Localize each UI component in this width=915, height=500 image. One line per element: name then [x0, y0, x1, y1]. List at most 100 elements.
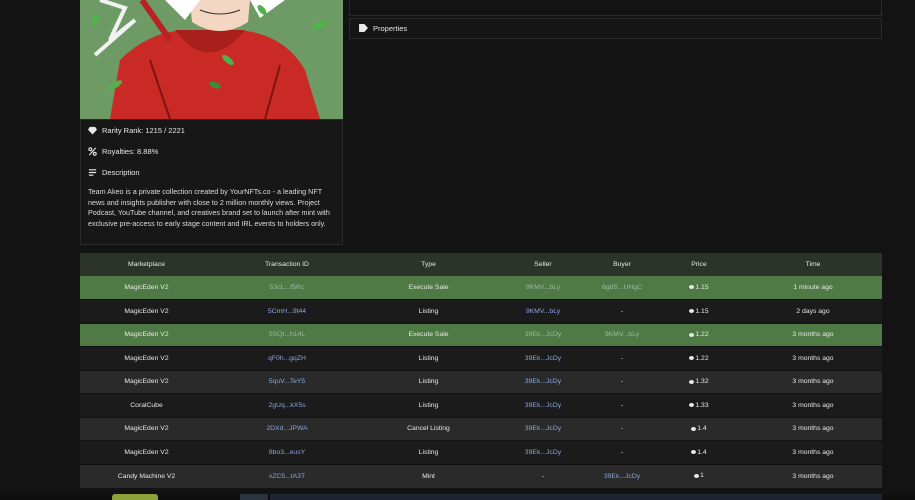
- price-cell: 1.15: [654, 299, 744, 323]
- type-cell: Mint: [422, 472, 435, 480]
- diamond-icon: [88, 126, 97, 135]
- solana-icon: [689, 379, 695, 384]
- transaction-id-link[interactable]: 53cL...f5Rc: [270, 284, 304, 291]
- column-header-transaction-id[interactable]: Transaction ID: [213, 253, 361, 276]
- seller-link[interactable]: 39Ek...JcDy: [525, 378, 561, 385]
- solana-icon: [689, 403, 695, 407]
- table-row[interactable]: Candy Machine V2 vZC5...tA3T Mint - 39Ek...J…: [80, 463, 882, 488]
- price-cell: 1.22: [654, 322, 744, 347]
- price-value: 1.22: [689, 331, 709, 338]
- column-header-type[interactable]: Type: [361, 253, 496, 276]
- buyer-cell: -: [590, 299, 654, 323]
- buyer-cell: -: [590, 369, 654, 394]
- solana-icon: [694, 473, 700, 478]
- time-cell: 3 months ago: [744, 463, 882, 488]
- column-header-seller[interactable]: Seller: [496, 253, 590, 276]
- column-header-price[interactable]: Price: [654, 253, 744, 276]
- nft-details-panel: Rarity Rank: 1215 / 2221 Royalties: 8.88…: [80, 119, 343, 245]
- royalties-text: Royalties: 8.88%: [102, 147, 159, 156]
- transaction-id-link[interactable]: 2gUq...kX5s: [268, 402, 305, 409]
- seller-link[interactable]: 39Ek...JcDy: [525, 355, 561, 362]
- type-cell: Listing: [361, 299, 496, 323]
- type-cell: Execute Sale: [361, 322, 496, 347]
- solana-icon: [689, 332, 695, 337]
- type-cell: Execute Sale: [408, 284, 449, 291]
- seller-cell: 9KMV...bLy: [496, 276, 590, 300]
- type-cell: Cancel Listing: [407, 425, 450, 433]
- table-row[interactable]: MagicEden V2 5SQt...h14L Execute Sale 39Ek.…: [80, 322, 882, 347]
- buyer-link[interactable]: 39Ek...JcDy: [604, 473, 640, 480]
- next-item-thumbnail[interactable]: [112, 494, 158, 500]
- buyer-text: -: [620, 425, 624, 433]
- table-header-row: Marketplace Transaction ID Type Seller B…: [80, 253, 882, 276]
- buyer-text: -: [620, 378, 624, 386]
- seller-text: -: [541, 472, 545, 480]
- buyer-cell: -: [590, 346, 654, 370]
- column-header-buyer[interactable]: Buyer: [590, 253, 654, 276]
- price-text: 1.15: [695, 307, 709, 315]
- buyer-link[interactable]: 9KMV...bLy: [605, 331, 639, 338]
- nft-image: [80, 0, 343, 119]
- buyer-link[interactable]: 6g8S...UHgC: [602, 284, 642, 291]
- time-cell: 2 days ago: [796, 307, 830, 315]
- transaction-id-link[interactable]: vZC5...tA3T: [269, 473, 305, 480]
- transaction-id-link[interactable]: 5CmH...9t44: [268, 308, 306, 315]
- price-cell: 1.15: [654, 276, 744, 300]
- transaction-id-cell: 2gUq...kX5s: [213, 393, 361, 417]
- type-cell: Mint: [361, 463, 496, 488]
- column-header-marketplace[interactable]: Marketplace: [80, 253, 213, 276]
- marketplace-cell: MagicEden V2: [80, 322, 213, 347]
- column-header-time[interactable]: Time: [744, 253, 882, 276]
- seller-link[interactable]: 39Ek...JcDy: [525, 449, 561, 456]
- tag-icon: [359, 24, 368, 33]
- seller-cell: 39Ek...JcDy: [496, 369, 590, 394]
- table-row[interactable]: MagicEden V2 qF0h...gqZH Listing 39Ek...JcD…: [80, 346, 882, 370]
- table-row[interactable]: MagicEden V2 5quV...TeY5 Listing 39Ek...JcD…: [80, 369, 882, 394]
- solana-icon: [689, 285, 695, 290]
- price-text: 1.32: [695, 378, 709, 385]
- transaction-id-link[interactable]: qF0h...gqZH: [268, 355, 306, 362]
- next-item-thumbnail-2[interactable]: [240, 494, 268, 500]
- price-text: 1.4: [697, 448, 707, 456]
- type-cell: Listing: [418, 401, 439, 409]
- type-cell: Listing: [361, 440, 496, 464]
- time-cell: 1 minute ago: [744, 276, 882, 300]
- description-label: Description: [102, 168, 140, 177]
- solana-icon: [691, 450, 697, 454]
- seller-link[interactable]: 39Ek...JcDy: [525, 331, 561, 338]
- transaction-id-link[interactable]: 2DXd...JPWA: [266, 425, 307, 432]
- transaction-id-link[interactable]: 8bo3...eusY: [269, 449, 305, 456]
- table-row[interactable]: MagicEden V2 53cL...f5Rc Execute Sale 9KMV.…: [80, 276, 882, 300]
- marketplace-cell: MagicEden V2: [124, 284, 169, 291]
- time-cell: 3 months ago: [792, 472, 834, 480]
- seller-link[interactable]: 39Ek...JcDy: [525, 425, 561, 432]
- price-text: 1.22: [695, 354, 709, 362]
- marketplace-cell: MagicEden V2: [80, 276, 213, 300]
- properties-toggle[interactable]: Properties: [349, 18, 882, 39]
- transaction-id-cell: 53cL...f5Rc: [213, 276, 361, 300]
- price-cell: 1.33: [654, 393, 744, 417]
- buyer-text: -: [620, 307, 624, 315]
- rarity-rank-row: Rarity Rank: 1215 / 2221: [81, 120, 342, 141]
- seller-link[interactable]: 39Ek...JcDy: [525, 402, 561, 409]
- price-value: 1.15: [689, 307, 709, 315]
- type-cell: Execute Sale: [408, 331, 449, 339]
- table-row[interactable]: MagicEden V2 8bo3...eusY Listing 39Ek...JcD…: [80, 440, 882, 464]
- seller-link[interactable]: 9KMV...bLy: [526, 308, 560, 315]
- price-value: 1.4: [691, 425, 707, 432]
- table-row[interactable]: MagicEden V2 5CmH...9t44 Listing 9KMV...bLy…: [80, 299, 882, 323]
- activity-table-body: MagicEden V2 53cL...f5Rc Execute Sale 9KMV.…: [80, 276, 882, 488]
- transaction-id-link[interactable]: 5SQt...h14L: [269, 331, 305, 338]
- seller-link[interactable]: 9KMV...bLy: [526, 284, 560, 291]
- transaction-id-cell: 8bo3...eusY: [213, 440, 361, 464]
- transaction-id-link[interactable]: 5quV...TeY5: [269, 378, 305, 385]
- transaction-id-cell: 5SQt...h14L: [213, 322, 361, 347]
- bottom-strip: [0, 494, 915, 500]
- rarity-rank-text: Rarity Rank: 1215 / 2221: [102, 126, 185, 135]
- buyer-cell: 6g8S...UHgC: [590, 276, 654, 300]
- marketplace-cell: MagicEden V2: [80, 346, 213, 370]
- buyer-text: -: [620, 401, 624, 409]
- description-row: Description: [81, 162, 342, 183]
- table-row[interactable]: MagicEden V2 2DXd...JPWA Cancel Listing 39E…: [80, 416, 882, 441]
- table-row[interactable]: CoralCube 2gUq...kX5s Listing 39Ek...JcDy - 1…: [80, 393, 882, 417]
